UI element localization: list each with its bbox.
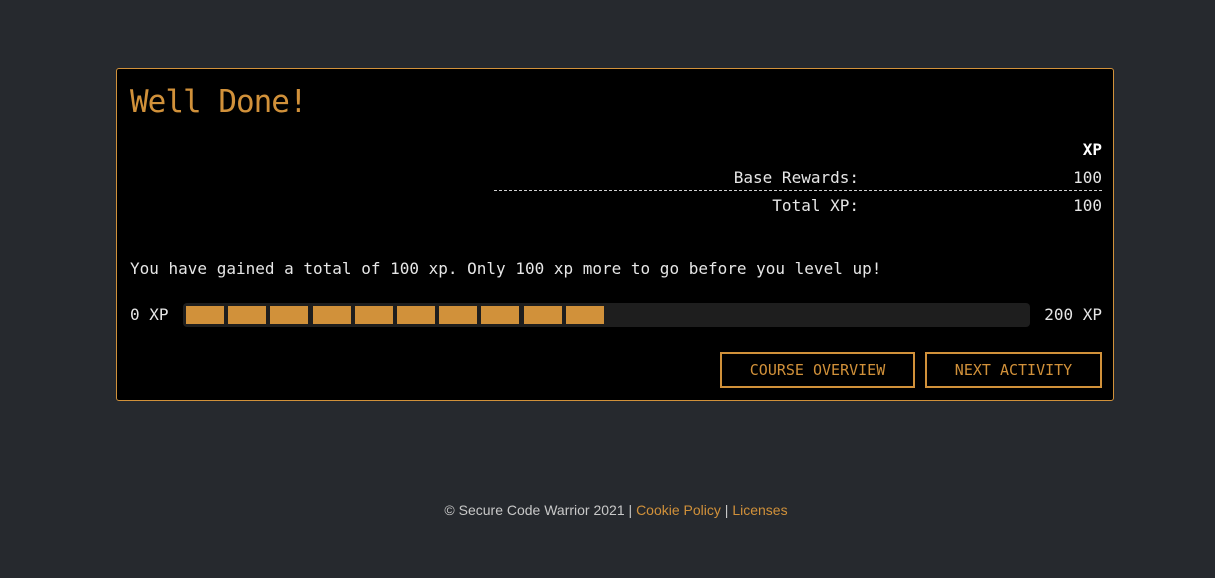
progress-max-label: 200 XP <box>1044 305 1102 324</box>
progress-segment <box>270 306 309 324</box>
page-title: Well Done! <box>130 84 308 120</box>
xp-row-value: 100 <box>1073 196 1102 215</box>
xp-message: You have gained a total of 100 xp. Only … <box>130 259 882 278</box>
footer: © Secure Code Warrior 2021 | Cookie Poli… <box>0 500 1215 520</box>
xp-column-header: XP <box>1082 140 1102 159</box>
progress-segment <box>396 306 435 324</box>
xp-summary-table: XP Base Rewards: 100 Total XP: 100 <box>494 137 1102 219</box>
progress-segment <box>439 306 478 324</box>
progress-segment <box>565 306 604 324</box>
xp-progress-bar <box>183 303 1030 327</box>
xp-row-total: Total XP: 100 <box>494 191 1102 219</box>
course-overview-button[interactable]: COURSE OVERVIEW <box>720 352 915 388</box>
xp-row-label: Total XP: <box>772 196 859 215</box>
xp-row-label: Base Rewards: <box>733 168 859 187</box>
cookie-policy-link[interactable]: Cookie Policy <box>636 502 721 518</box>
xp-row-value: 100 <box>1073 168 1102 187</box>
footer-separator: | <box>724 502 729 518</box>
progress-segment <box>312 306 351 324</box>
licenses-link[interactable]: Licenses <box>732 502 787 518</box>
next-activity-button[interactable]: NEXT ACTIVITY <box>925 352 1102 388</box>
progress-segment <box>354 306 393 324</box>
progress-segment <box>481 306 520 324</box>
completion-card: Well Done! XP Base Rewards: 100 Total XP… <box>116 68 1114 401</box>
progress-segment <box>523 306 562 324</box>
progress-min-label: 0 XP <box>130 305 169 324</box>
xp-progress-row: 0 XP 200 XP <box>130 303 1102 327</box>
progress-segment <box>186 306 224 324</box>
progress-segment <box>228 306 267 324</box>
xp-row-base-rewards: Base Rewards: 100 <box>494 163 1102 191</box>
footer-copyright: © Secure Code Warrior 2021 | <box>444 502 633 518</box>
